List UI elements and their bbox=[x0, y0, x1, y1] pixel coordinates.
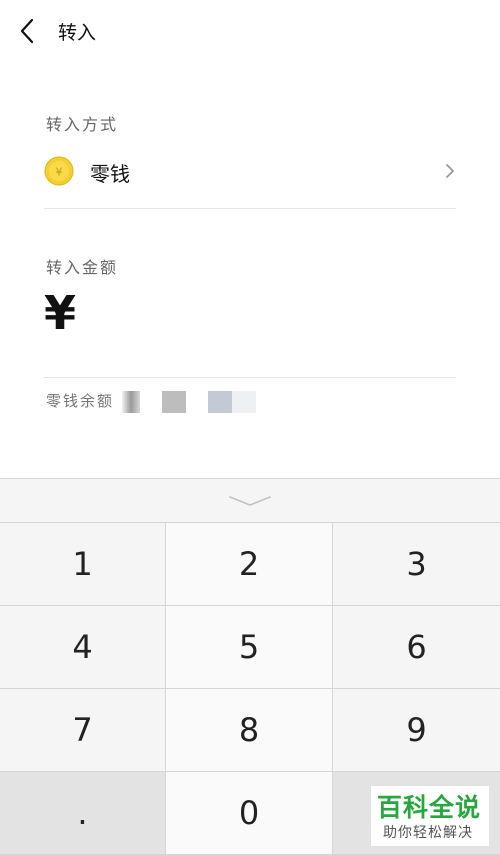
collapse-keyboard-button[interactable] bbox=[0, 479, 500, 523]
header-bar: 转入 bbox=[0, 0, 500, 62]
balance-label: 零钱余额 bbox=[46, 392, 115, 410]
divider bbox=[44, 208, 456, 209]
amount-input[interactable] bbox=[92, 294, 456, 344]
chevron-down-icon bbox=[229, 496, 271, 506]
key-8[interactable]: 8 bbox=[166, 689, 333, 772]
key-5[interactable]: 5 bbox=[166, 606, 333, 689]
transfer-method-row[interactable]: ¥ 零钱 bbox=[44, 148, 456, 194]
svg-text:¥: ¥ bbox=[56, 166, 63, 179]
key-9[interactable]: 9 bbox=[333, 689, 500, 772]
watermark-title: 百科全说 bbox=[377, 793, 482, 822]
redacted-balance-block bbox=[208, 391, 232, 413]
key-3[interactable]: 3 bbox=[333, 523, 500, 606]
back-arrow-icon[interactable] bbox=[16, 16, 40, 46]
transfer-amount-label: 转入金额 bbox=[46, 258, 119, 277]
numeric-keypad: 1 2 3 4 5 6 7 8 9 . 0 百科全说 助你轻松解决 bbox=[0, 478, 500, 855]
transfer-method-value: 零钱 bbox=[90, 162, 130, 186]
key-4[interactable]: 4 bbox=[0, 606, 166, 689]
redacted-balance-block bbox=[162, 391, 186, 413]
redacted-balance-block bbox=[122, 391, 140, 413]
coin-icon: ¥ bbox=[44, 156, 74, 186]
watermark-subtitle: 助你轻松解决 bbox=[383, 825, 473, 841]
key-7[interactable]: 7 bbox=[0, 689, 166, 772]
key-0[interactable]: 0 bbox=[166, 772, 333, 855]
key-6[interactable]: 6 bbox=[333, 606, 500, 689]
currency-symbol: ¥ bbox=[44, 286, 77, 340]
key-1[interactable]: 1 bbox=[0, 523, 166, 606]
key-2[interactable]: 2 bbox=[166, 523, 333, 606]
redacted-balance-block bbox=[232, 391, 256, 413]
chevron-right-icon bbox=[446, 164, 454, 178]
transfer-method-label: 转入方式 bbox=[46, 115, 119, 134]
divider bbox=[44, 377, 456, 378]
page-title: 转入 bbox=[58, 22, 97, 44]
key-decimal-point[interactable]: . bbox=[0, 772, 166, 855]
watermark-logo: 百科全说 助你轻松解决 bbox=[370, 785, 490, 847]
